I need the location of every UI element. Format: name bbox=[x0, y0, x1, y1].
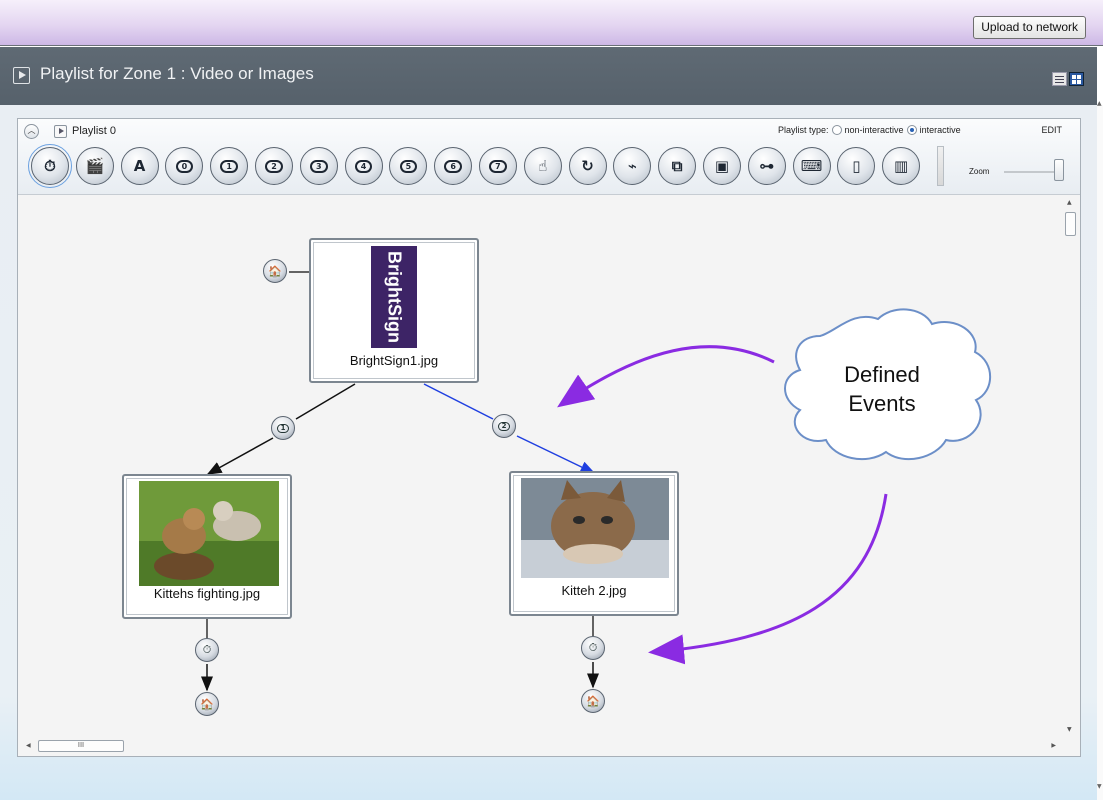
button-2-pill: 2 bbox=[497, 421, 511, 431]
button-2-icon[interactable]: 2 bbox=[254, 147, 293, 185]
button-2-label: 2 bbox=[265, 159, 283, 173]
kitten-photo bbox=[521, 478, 669, 578]
zoom-slider-thumb[interactable] bbox=[1054, 159, 1064, 181]
usb-device-icon[interactable]: ⊶ bbox=[747, 147, 786, 185]
video-clip-icon[interactable]: 🎬 bbox=[75, 147, 114, 185]
button-7-label: 7 bbox=[489, 159, 507, 173]
non-interactive-label[interactable]: non-interactive bbox=[845, 125, 904, 135]
state-node-kitteh-2[interactable]: Kitteh 2.jpg bbox=[509, 471, 679, 616]
callout-line-2: Events bbox=[848, 391, 916, 416]
grid-view-icon[interactable] bbox=[1069, 72, 1084, 86]
zone-play-icon[interactable] bbox=[13, 67, 30, 84]
vertical-scrollbar[interactable]: ▲ ▼ bbox=[1065, 199, 1076, 733]
button-5-label: 5 bbox=[399, 159, 418, 173]
horizontal-scrollbar[interactable]: ◀ III ▶ bbox=[22, 739, 1062, 752]
button-4-icon[interactable]: 4 bbox=[344, 147, 383, 185]
edit-link[interactable]: EDIT bbox=[1041, 125, 1062, 135]
button-1-label: 1 bbox=[220, 159, 238, 173]
vertical-scroll-thumb[interactable] bbox=[1065, 212, 1076, 236]
toolbar-overflow-icon[interactable] bbox=[937, 146, 944, 186]
outer-scrollbar[interactable] bbox=[1097, 105, 1103, 800]
brightsign-logo-image: BrightSign bbox=[371, 246, 417, 348]
state-node-brightsign[interactable]: BrightSign BrightSign1.jpg bbox=[309, 238, 479, 383]
button-1-event-icon[interactable]: 1 bbox=[271, 416, 295, 440]
node-label: Kittehs fighting.jpg bbox=[153, 586, 261, 601]
zone-message-icon[interactable]: ⧉ bbox=[658, 147, 697, 185]
interactive-radio[interactable] bbox=[906, 125, 917, 135]
button-0-label: 0 bbox=[175, 159, 194, 173]
upload-to-network-button[interactable]: Upload to network bbox=[973, 16, 1086, 39]
state-node-kittehs-fighting[interactable]: Kittehs fighting.jpg bbox=[122, 474, 292, 619]
button-6-icon[interactable]: 6 bbox=[434, 147, 473, 185]
scroll-down-icon[interactable]: ▼ bbox=[1097, 783, 1103, 790]
home-icon[interactable]: 🏠 bbox=[195, 692, 219, 716]
top-bar: Upload to network bbox=[0, 0, 1103, 46]
button-1-icon[interactable]: 1 bbox=[210, 147, 249, 185]
button-6-label: 6 bbox=[444, 159, 462, 173]
home-icon[interactable]: 🏠 bbox=[263, 259, 287, 283]
playlist-play-icon[interactable] bbox=[54, 125, 67, 138]
playlist-panel: ︿ Playlist 0 Playlist type: non-interact… bbox=[17, 118, 1081, 757]
kittens-fighting-photo bbox=[139, 481, 279, 586]
zone-title: Playlist for Zone 1 : Video or Images bbox=[40, 64, 314, 83]
scroll-right-icon[interactable]: ▶ bbox=[1051, 742, 1056, 749]
button-2-event-icon[interactable]: 2 bbox=[492, 414, 516, 438]
non-interactive-radio[interactable] bbox=[831, 125, 842, 135]
scroll-left-icon[interactable]: ◀ bbox=[26, 742, 31, 749]
playlist-name: Playlist 0 bbox=[72, 125, 117, 137]
button-4-label: 4 bbox=[354, 159, 373, 173]
list-view-icon[interactable] bbox=[1052, 72, 1067, 86]
node-label: Kitteh 2.jpg bbox=[561, 583, 627, 598]
button-1-pill: 1 bbox=[276, 423, 290, 433]
scroll-up-icon[interactable]: ▲ bbox=[1067, 199, 1072, 206]
home-icon[interactable]: 🏠 bbox=[581, 689, 605, 713]
scroll-up-icon[interactable]: ▲ bbox=[1097, 100, 1103, 107]
button-5-icon[interactable]: 5 bbox=[389, 147, 428, 185]
playlist-type-label: Playlist type: bbox=[778, 125, 829, 135]
timer-event-icon[interactable]: ⏱ bbox=[195, 638, 219, 662]
keyboard-icon[interactable]: ⌨ bbox=[792, 147, 831, 185]
horizontal-scroll-thumb[interactable]: III bbox=[38, 740, 124, 752]
scroll-down-icon[interactable]: ▼ bbox=[1067, 726, 1072, 733]
loop-icon[interactable]: ↻ bbox=[568, 147, 607, 185]
zone-header: Playlist for Zone 1 : Video or Images bbox=[0, 47, 1097, 105]
timer-event-icon[interactable]: ⏱ bbox=[28, 144, 72, 188]
button-7-icon[interactable]: 7 bbox=[478, 147, 517, 185]
callout-line-1: Defined bbox=[844, 362, 920, 387]
serial-cable-icon[interactable]: ⌁ bbox=[613, 147, 652, 185]
timer-event-icon[interactable]: ⏱ bbox=[581, 636, 605, 660]
node-label: BrightSign1.jpg bbox=[349, 353, 439, 368]
playlist-header: ︿ Playlist 0 Playlist type: non-interact… bbox=[18, 119, 1080, 195]
button-3-label: 3 bbox=[309, 159, 328, 173]
button-3-icon[interactable]: 3 bbox=[299, 147, 338, 185]
playlist-type-group: Playlist type: non-interactive interacti… bbox=[778, 125, 961, 135]
defined-events-label: Defined Events bbox=[812, 360, 952, 418]
button-0-icon[interactable]: 0 bbox=[165, 147, 204, 185]
interactive-label[interactable]: interactive bbox=[920, 125, 961, 135]
remote-control-icon[interactable]: ▯ bbox=[837, 147, 876, 185]
barcode-icon[interactable]: ▥ bbox=[882, 147, 921, 185]
brightsign-logo-text: BrightSign bbox=[384, 251, 405, 343]
touch-event-icon[interactable]: ☝ bbox=[523, 147, 562, 185]
event-toolbar: ⏱ 🎬 A 0 1 2 3 4 5 6 7 ☝ ↻ ⌁ ⧉ ▣ ⊶ ⌨ ▯ ▥ bbox=[28, 143, 927, 189]
display-icon[interactable]: ▣ bbox=[702, 147, 741, 185]
collapse-chevron-icon[interactable]: ︿ bbox=[24, 124, 39, 139]
zoom-label: Zoom bbox=[969, 167, 990, 176]
text-tool-icon[interactable]: A bbox=[120, 147, 159, 185]
